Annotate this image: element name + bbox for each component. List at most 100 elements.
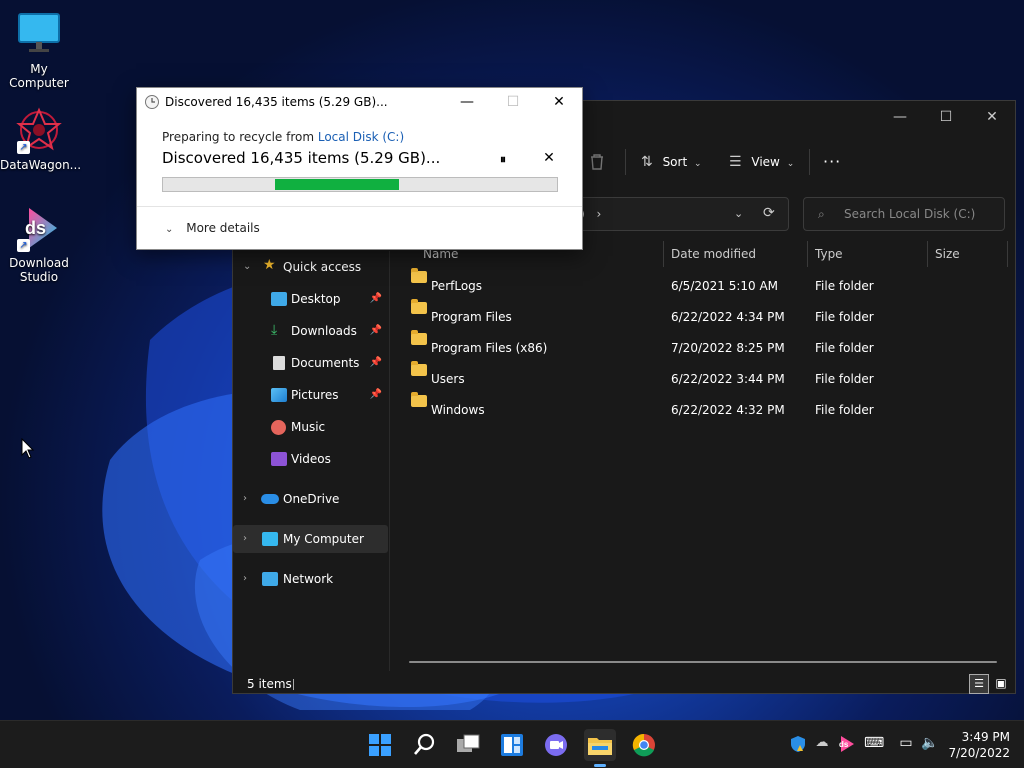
music-icon (271, 420, 286, 435)
teams-chat-button[interactable] (540, 729, 572, 761)
horizontal-scrollbar[interactable] (409, 661, 997, 663)
column-header-size[interactable]: Size (935, 241, 960, 267)
details-view-button[interactable]: ☰ (969, 674, 989, 694)
taskbar: ☁ ds ⌨ ▭ 🔈 3:49 PM 7/20/2022 (0, 720, 1024, 768)
nav-my-computer[interactable]: › My Computer (233, 525, 388, 553)
maximize-button[interactable]: ☐ (923, 101, 969, 133)
search-placeholder: Search Local Disk (C:) (844, 207, 976, 221)
system-clock[interactable]: 3:49 PM 7/20/2022 (948, 729, 1010, 761)
preparing-text: Preparing to recycle from Local Disk (C:… (162, 130, 404, 144)
active-indicator (594, 764, 606, 767)
shield-icon (791, 736, 805, 752)
column-separator[interactable] (1007, 241, 1008, 267)
desktop-icon-my-computer[interactable]: My Computer (0, 10, 78, 90)
delete-button[interactable] (589, 149, 605, 175)
file-row[interactable]: Users 6/22/2022 3:44 PM File folder (409, 361, 999, 395)
column-separator[interactable] (927, 241, 928, 267)
download-studio-tray-icon[interactable]: ds (836, 735, 856, 755)
discovered-status: Discovered 16,435 items (5.29 GB)... (162, 149, 441, 167)
progress-fill (275, 179, 400, 190)
nav-network[interactable]: › Network (233, 565, 388, 593)
desktop-icon-label: My Computer (9, 62, 69, 90)
nav-item-videos[interactable]: Videos (233, 445, 388, 473)
recycle-progress-dialog: Discovered 16,435 items (5.29 GB)... — ☐… (136, 87, 583, 250)
chevron-right-icon: › (243, 533, 247, 544)
sort-button[interactable]: ⇅ Sort ⌄ (641, 149, 702, 175)
search-box[interactable]: ⌕ Search Local Disk (C:) (803, 197, 1005, 231)
file-type: File folder (815, 341, 874, 355)
file-name: Users (431, 372, 465, 386)
minimize-button[interactable]: — (444, 88, 490, 116)
desktop-icon-datawagon[interactable]: ↗ DataWagon... (0, 106, 81, 172)
nav-label: Documents (291, 356, 360, 370)
address-dropdown-icon[interactable]: ⌄ (734, 198, 743, 230)
view-button[interactable]: ☰ View ⌄ (729, 149, 794, 175)
file-row[interactable]: Windows 6/22/2022 4:32 PM File folder (409, 392, 999, 426)
file-date: 7/20/2022 8:25 PM (671, 341, 785, 355)
nav-item-music[interactable]: Music (233, 413, 388, 441)
column-separator[interactable] (663, 241, 664, 267)
mouse-cursor-icon (21, 438, 35, 459)
column-header-type[interactable]: Type (815, 241, 843, 267)
desktop-icon-download-studio[interactable]: ds ↗ Download Studio (0, 204, 78, 284)
windows-logo-icon (369, 734, 391, 756)
search-taskbar-button[interactable] (408, 729, 440, 761)
column-separator[interactable] (807, 241, 808, 267)
pause-button[interactable]: ⏸ (493, 152, 513, 167)
nav-label: Music (291, 420, 326, 434)
nav-item-downloads[interactable]: ⤓ Downloads 📌 (233, 317, 388, 345)
pin-icon: 📌 (369, 357, 382, 368)
search-icon (414, 733, 435, 755)
datawagon-icon: ↗ (15, 106, 63, 154)
chrome-button[interactable] (628, 729, 660, 761)
security-tray-icon[interactable] (788, 735, 808, 755)
navigation-pane: ⌄ ★ Quick access Desktop 📌 ⤓ Downloads 📌… (233, 251, 390, 671)
nav-label: My Computer (283, 532, 364, 546)
file-type: File folder (815, 310, 874, 324)
minimize-button[interactable]: — (877, 101, 923, 133)
close-button[interactable]: ✕ (536, 88, 582, 116)
source-location-link[interactable]: Local Disk (C:) (318, 130, 404, 144)
sort-icon: ⇅ (641, 154, 653, 170)
nav-quick-access[interactable]: ⌄ ★ Quick access (233, 253, 388, 281)
refresh-button[interactable]: ⟳ (763, 205, 775, 221)
nav-label: Videos (291, 452, 331, 466)
file-row[interactable]: PerfLogs 6/5/2021 5:10 AM File folder (409, 268, 999, 302)
status-divider (293, 679, 294, 690)
clock-icon (145, 95, 159, 109)
start-button[interactable] (364, 729, 396, 761)
nav-item-documents[interactable]: Documents 📌 (233, 349, 388, 377)
chevron-right-icon: › (243, 573, 247, 584)
download-icon: ⤓ (271, 322, 278, 338)
tiles-view-button[interactable]: ▣ (991, 674, 1011, 694)
dialog-title: Discovered 16,435 items (5.29 GB)... (165, 95, 388, 109)
column-header-date[interactable]: Date modified (671, 241, 756, 267)
keyboard-icon[interactable]: ⌨ (864, 735, 884, 755)
svg-text:ds: ds (25, 218, 46, 238)
folder-icon (411, 392, 427, 407)
task-view-button[interactable] (452, 729, 484, 761)
monitor-icon (15, 10, 63, 58)
cloud-icon (261, 494, 279, 504)
onedrive-tray-icon[interactable]: ☁ (812, 735, 832, 755)
file-row[interactable]: Program Files (x86) 7/20/2022 8:25 PM Fi… (409, 330, 999, 364)
toolbar-divider (809, 149, 810, 175)
widgets-button[interactable] (496, 729, 528, 761)
file-explorer-taskbar-button[interactable] (584, 729, 616, 767)
nav-onedrive[interactable]: › OneDrive (233, 485, 388, 513)
network-icon (262, 572, 278, 586)
address-bar[interactable]: ) › ⌄ (573, 197, 789, 231)
more-details-toggle[interactable]: ⌄ More details (165, 221, 260, 235)
more-options-button[interactable]: ··· (823, 149, 841, 175)
volume-icon[interactable]: 🔈 (920, 735, 940, 755)
nav-item-pictures[interactable]: Pictures 📌 (233, 381, 388, 409)
video-icon (271, 452, 287, 466)
nav-label: OneDrive (283, 492, 340, 506)
file-row[interactable]: Program Files 6/22/2022 4:34 PM File fol… (409, 299, 999, 333)
network-tray-icon[interactable]: ▭ (896, 735, 916, 755)
file-name: Program Files (x86) (431, 341, 548, 355)
search-icon: ⌕ (818, 207, 825, 221)
nav-item-desktop[interactable]: Desktop 📌 (233, 285, 388, 313)
close-button[interactable]: ✕ (969, 101, 1015, 133)
cancel-button[interactable]: ✕ (539, 150, 559, 166)
